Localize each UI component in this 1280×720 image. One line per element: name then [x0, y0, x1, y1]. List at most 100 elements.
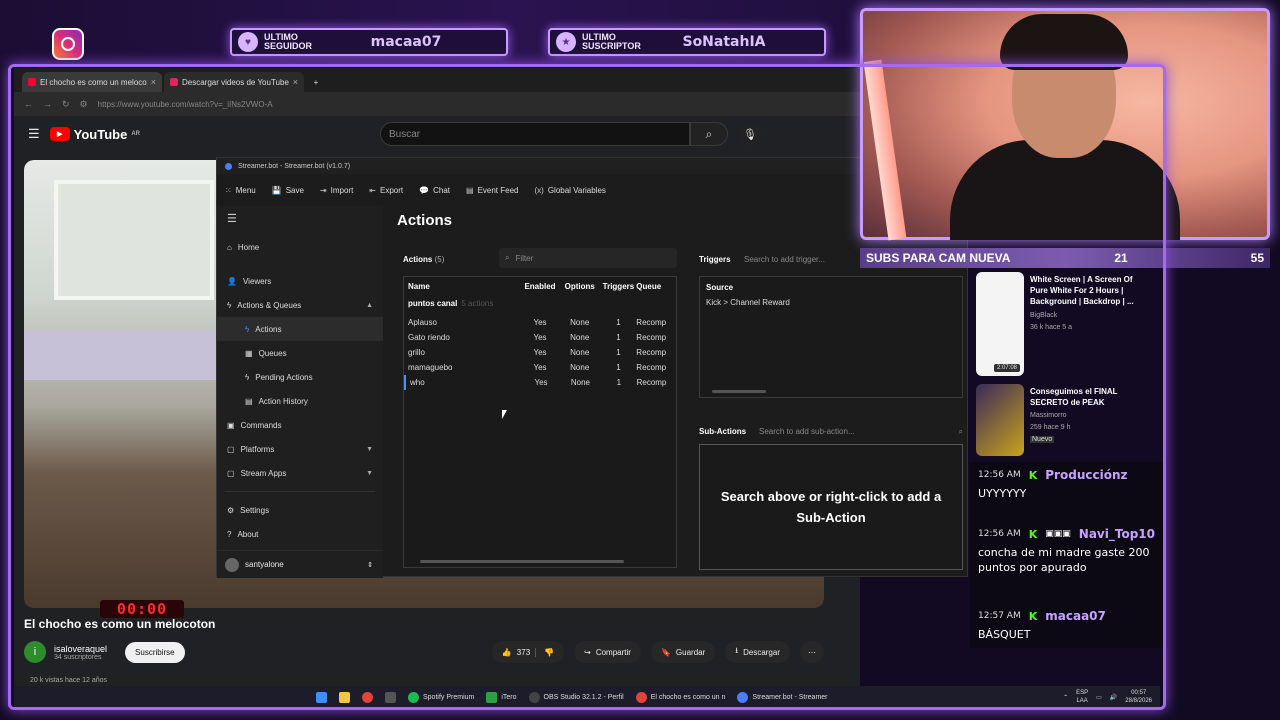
language-indicator[interactable]: ESP LAA — [1076, 689, 1088, 705]
save-label: Guardar — [675, 647, 706, 657]
kick-icon: K — [1028, 527, 1038, 541]
filter-input[interactable]: ⌕ Filter — [499, 248, 677, 268]
taskbar-chrome-window[interactable]: El chocho es como un n — [630, 686, 732, 708]
more-options-icon[interactable]: ⋯ — [800, 641, 824, 663]
hamburger-icon[interactable]: ☰ — [217, 206, 383, 231]
sidebar-item-action-history[interactable]: ▤ Action History — [217, 389, 383, 413]
reload-icon[interactable]: ↻ — [62, 99, 70, 110]
trigger-row[interactable]: Kick > Channel Reward — [706, 298, 956, 307]
chrome-button[interactable] — [356, 686, 379, 708]
chevron-up-icon[interactable]: ⌃ — [1063, 694, 1068, 701]
microphone-icon[interactable]: 🎙 — [738, 122, 763, 146]
close-icon[interactable]: × — [293, 77, 298, 87]
sidebar-item-actions[interactable]: ϟ Actions — [217, 317, 383, 341]
save-toolbar-button[interactable]: 💾 Save — [272, 186, 304, 195]
video-title[interactable]: White Screen | A Screen Of Pure White Fo… — [1030, 274, 1150, 307]
thumbs-down-icon[interactable]: 👎 — [535, 647, 554, 657]
taskbar-label: Streamer.bot - Streamer — [752, 693, 828, 701]
menu-button[interactable]: ⁙ Menu — [225, 186, 256, 195]
tab-youtube-video[interactable]: El chocho es como un melocoto × — [22, 72, 162, 92]
start-button[interactable] — [310, 686, 333, 708]
video-channel: Massimorro — [1030, 412, 1067, 419]
tab-bar: El chocho es como un melocoto × Descarga… — [14, 68, 860, 92]
horizontal-scrollbar[interactable] — [712, 390, 766, 393]
like-button[interactable]: 👍 373 👎 — [491, 641, 565, 663]
search-input[interactable]: Buscar — [380, 122, 691, 146]
sidebar-item-viewers[interactable]: 👤 Viewers — [217, 269, 383, 293]
table-row[interactable]: grillo Yes None 1 Recomp — [404, 345, 676, 360]
filter-placeholder: Filter — [515, 253, 534, 263]
user-profile[interactable]: santyalone ⇕ — [217, 550, 383, 578]
sidebar-item-stream-apps[interactable]: ▢ Stream Apps ▼ — [217, 461, 383, 485]
streamerbot-window: Streamer.bot - Streamer.bot (v1.0.7) ⁙ Me… — [216, 157, 968, 578]
trigger-search-input[interactable]: Search to add trigger... — [744, 255, 825, 264]
subscribe-button[interactable]: Suscribirse — [125, 641, 185, 663]
chat-username: macaa07 — [1045, 609, 1106, 623]
import-button[interactable]: ⇥ Import — [320, 186, 353, 195]
close-icon[interactable]: × — [151, 77, 156, 87]
export-button[interactable]: ⇤ Export — [369, 186, 403, 195]
table-row[interactable]: Aplauso Yes None 1 Recomp — [404, 315, 676, 330]
forward-icon[interactable]: → — [43, 99, 52, 109]
new-tab-button[interactable]: + — [306, 72, 326, 92]
sidebar-item-home[interactable]: ⌂ Home — [217, 235, 383, 259]
video-title[interactable]: Conseguimos el FINAL SECRETO de PEAK — [1030, 386, 1150, 408]
global-variables-button[interactable]: (x) Global Variables — [534, 186, 605, 195]
bolt-icon: ϟ — [245, 324, 250, 334]
column-triggers[interactable]: Triggers — [601, 282, 637, 291]
back-icon[interactable]: ← — [24, 99, 33, 109]
channel-name[interactable]: isaloveraquel — [54, 644, 107, 654]
network-icon[interactable]: ▭ — [1096, 694, 1102, 701]
tab-download-videos[interactable]: Descargar videos de YouTube - × — [164, 72, 304, 92]
bookmark-icon: 🔖 — [660, 647, 671, 657]
subaction-search-input[interactable]: Search to add sub-action... ⌕ — [759, 427, 963, 437]
url-field[interactable]: https://www.youtube.com/watch?v=_iINs2VW… — [98, 100, 273, 109]
video-thumbnail[interactable] — [976, 384, 1024, 456]
sidebar-item-actions-queues[interactable]: ϟ Actions & Queues ▲ — [217, 293, 383, 317]
search-icon[interactable]: ⌕ — [690, 122, 729, 146]
table-row[interactable]: mamaguebo Yes None 1 Recomp — [404, 360, 676, 375]
taskbar-streamerbot[interactable]: Streamer.bot - Streamer — [731, 686, 833, 708]
horizontal-scrollbar[interactable] — [420, 560, 624, 563]
clock[interactable]: 00:57 28/8/2026 — [1125, 689, 1152, 705]
action-options: None — [570, 378, 590, 387]
site-info-icon[interactable]: ⚙ — [80, 99, 88, 110]
subactions-empty-state[interactable]: Search above or right-click to add a Sub… — [699, 444, 963, 570]
event-feed-button[interactable]: ▤ Event Feed — [466, 186, 518, 195]
youtube-logo[interactable]: ▶ YouTube AR — [49, 127, 140, 142]
channel-avatar[interactable]: i — [24, 641, 46, 663]
sidebar-item-queues[interactable]: ▦ Queues — [217, 341, 383, 365]
sidebar-item-settings[interactable]: ⚙ Settings — [217, 498, 383, 522]
taskbar-itero[interactable]: iTero — [480, 686, 522, 708]
save-button[interactable]: 🔖 Guardar — [650, 641, 716, 663]
column-options[interactable]: Options — [559, 282, 601, 291]
sidebar-item-platforms[interactable]: ▢ Platforms ▼ — [217, 437, 383, 461]
sidebar-item-commands[interactable]: ▣ Commands — [217, 413, 383, 437]
last-subscriber-alert: ★ ULTIMO SUSCRIPTOR SoNatahIA — [548, 28, 826, 56]
chevron-down-icon: ▼ — [366, 445, 373, 453]
download-button[interactable]: ⭳ Descargar — [725, 641, 790, 663]
column-enabled[interactable]: Enabled — [521, 282, 559, 291]
sidebar-item-pending-actions[interactable]: ϟ Pending Actions — [217, 365, 383, 389]
source-column-header[interactable]: Source — [706, 283, 956, 292]
taskbar-spotify[interactable]: Spotify Premium — [402, 686, 480, 708]
sidebar-item-about[interactable]: ? About — [217, 522, 383, 546]
recommended-video[interactable]: Conseguimos el FINAL SECRETO de PEAK Mas… — [976, 384, 1166, 456]
menu-icon[interactable]: ☰ — [28, 126, 40, 142]
export-label: Export — [380, 185, 404, 195]
app-button[interactable] — [379, 686, 402, 708]
column-queue[interactable]: Queue — [636, 282, 676, 291]
itero-icon — [486, 691, 498, 703]
recommended-video[interactable]: 2:07:08 White Screen | A Screen Of Pure … — [976, 272, 1166, 376]
share-button[interactable]: ↪ Compartir — [574, 641, 641, 663]
sidebar-label: Viewers — [242, 276, 272, 286]
table-row[interactable]: Gato riendo Yes None 1 Recomp — [404, 330, 676, 345]
video-thumbnail[interactable]: 2:07:08 — [976, 272, 1024, 376]
volume-icon[interactable]: 🔊 — [1110, 694, 1117, 701]
file-explorer-button[interactable] — [333, 686, 356, 708]
action-group[interactable]: puntos canal 5 actions — [404, 295, 676, 311]
table-row-selected[interactable]: who Yes None 1 Recomp — [404, 375, 676, 390]
chat-button[interactable]: 💬 Chat — [419, 186, 450, 195]
taskbar-obs[interactable]: OBS Studio 32.1.2 - Perfil — [523, 686, 630, 708]
column-name[interactable]: Name — [408, 282, 521, 291]
